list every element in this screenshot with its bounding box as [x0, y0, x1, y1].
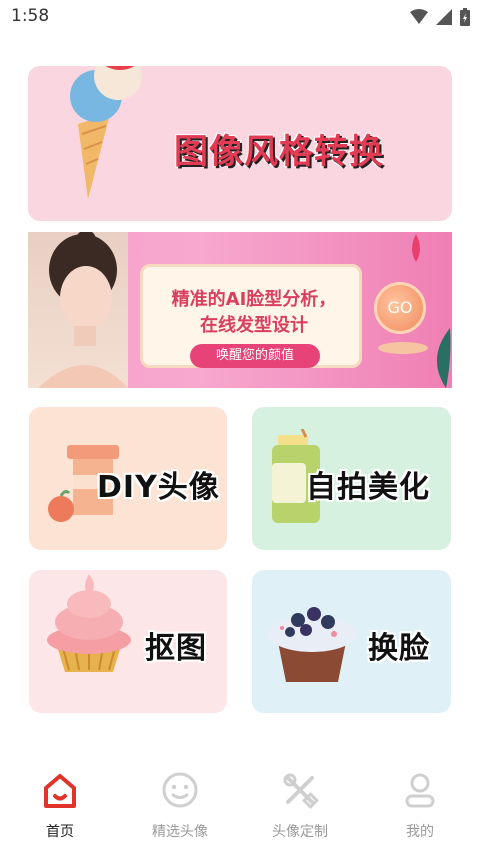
nav-label-featured-avatars: 精选头像 [152, 824, 208, 840]
nav-item-home[interactable]: 首页 [0, 760, 120, 853]
go-button-base [378, 342, 428, 354]
style-transfer-card[interactable]: 图像风格转换 [28, 66, 452, 221]
cutout-title: 抠图 [145, 631, 207, 666]
nav-item-avatar-custom[interactable]: 头像定制 [240, 760, 360, 853]
banner-line-2: 在线发型设计 [200, 315, 308, 336]
style-transfer-title: 图像风格转换 [174, 132, 384, 172]
smiley-face-icon [162, 772, 198, 808]
ice-cream-cone-icon [70, 66, 142, 199]
banner-line-1: 精准的AI脸型分析， [171, 289, 337, 310]
diy-avatar-card[interactable]: DIY头像 [29, 407, 227, 550]
nav-label-home: 首页 [46, 824, 74, 840]
diy-avatar-title: DIY头像 [97, 470, 220, 505]
leaf-decoration-icon [436, 328, 451, 388]
status-icons [410, 8, 470, 26]
selfie-beauty-title: 自拍美化 [306, 470, 430, 505]
cutout-card[interactable]: 抠图 [29, 570, 227, 713]
face-swap-title: 换脸 [368, 631, 430, 666]
status-time: 1:58 [11, 6, 50, 26]
portrait-image [28, 232, 128, 388]
nav-label-mine: 我的 [406, 824, 434, 840]
banner-panel: 精准的AI脸型分析， 在线发型设计 唤醒您的颜值 [140, 264, 362, 368]
battery-icon [460, 8, 470, 26]
face-swap-card[interactable]: 换脸 [252, 570, 451, 713]
nav-item-mine[interactable]: 我的 [360, 760, 480, 853]
tools-icon [283, 773, 319, 809]
signal-icon [436, 9, 452, 25]
nav-item-featured-avatars[interactable]: 精选头像 [120, 760, 240, 853]
go-button[interactable]: GO [374, 282, 426, 334]
nav-label-avatar-custom: 头像定制 [272, 824, 328, 840]
hairstyle-banner[interactable]: 精准的AI脸型分析， 在线发型设计 唤醒您的颜值 GO [28, 232, 452, 388]
banner-pill: 唤醒您的颜值 [190, 344, 320, 368]
blueberry-cupcake-icon [268, 607, 356, 682]
cupcake-icon [47, 574, 131, 672]
drop-decoration-icon [412, 234, 420, 262]
person-icon [405, 773, 435, 808]
bottom-nav: 首页 精选头像 头像定制 我的 [0, 760, 480, 853]
wifi-icon [410, 9, 428, 24]
home-icon [44, 774, 76, 808]
portrait-silhouette [38, 232, 128, 388]
selfie-beauty-card[interactable]: 自拍美化 [252, 407, 451, 550]
status-bar: 1:58 [0, 0, 480, 34]
